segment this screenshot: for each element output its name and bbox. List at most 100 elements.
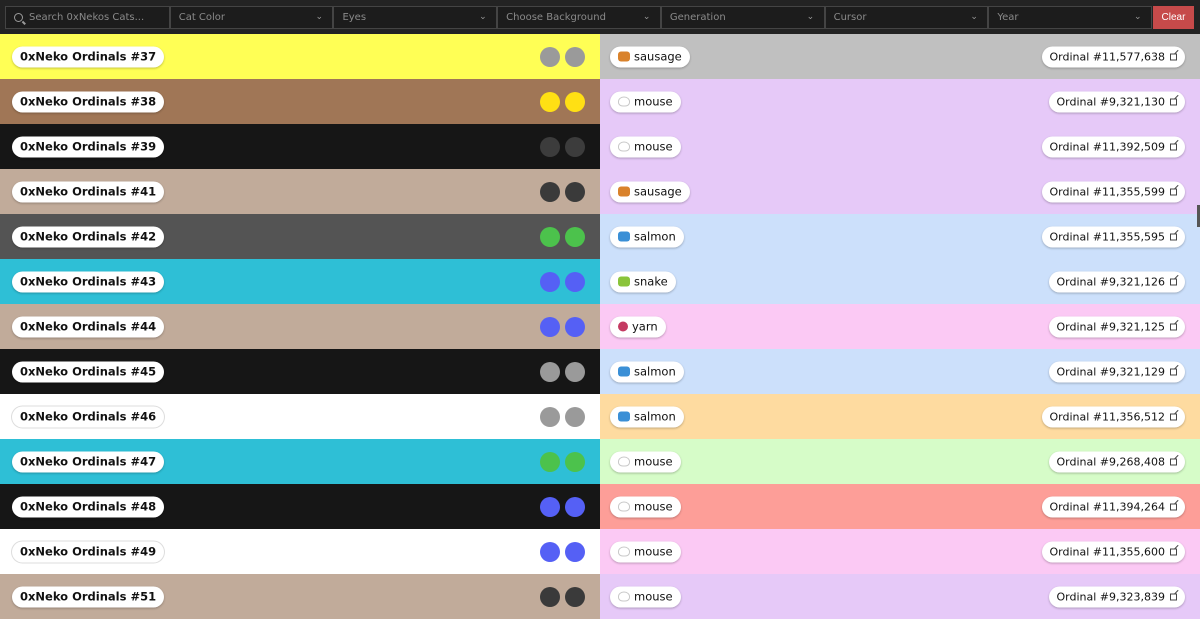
ordinal-link[interactable]: Ordinal #11,392,509 (1041, 136, 1185, 157)
eye-color-left (540, 91, 560, 112)
table-row[interactable]: 0xNeko Ordinals #38 mouse Ordinal #9,321… (0, 79, 1200, 124)
cursor-item-badge[interactable]: snake (610, 271, 676, 292)
cursor-item-label: salmon (634, 229, 676, 244)
cat-name-badge[interactable]: 0xNeko Ordinals #51 (12, 586, 165, 607)
mouse-icon (618, 501, 630, 512)
cursor-item-badge[interactable]: mouse (610, 136, 681, 157)
table-row[interactable]: 0xNeko Ordinals #42 salmon Ordinal #11,3… (0, 214, 1200, 259)
cursor-item-badge[interactable]: mouse (610, 586, 681, 607)
ordinal-link[interactable]: Ordinal #9,321,125 (1048, 316, 1185, 337)
external-link-icon (1170, 413, 1177, 420)
eye-color-left (540, 46, 560, 67)
cat-color-swatch: 0xNeko Ordinals #45 (0, 349, 600, 394)
background-swatch: mouse Ordinal #11,392,509 (600, 124, 1200, 169)
cursor-item-label: mouse (634, 454, 673, 469)
table-row[interactable]: 0xNeko Ordinals #44 yarn Ordinal #9,321,… (0, 304, 1200, 349)
search-icon (14, 13, 23, 22)
cursor-item-badge[interactable]: salmon (610, 361, 684, 382)
ordinal-number: Ordinal #11,392,509 (1049, 140, 1166, 153)
eye-color-left (540, 406, 560, 427)
ordinal-link[interactable]: Ordinal #9,321,129 (1048, 361, 1185, 382)
external-link-icon (1170, 503, 1177, 510)
yarn-icon (618, 321, 628, 332)
ordinal-number: Ordinal #11,356,512 (1049, 410, 1166, 423)
cursor-item-badge[interactable]: mouse (610, 91, 681, 112)
ordinal-number: Ordinal #9,323,839 (1056, 590, 1166, 603)
year-select[interactable]: Year ⌄ (988, 6, 1153, 29)
eye-color-right (565, 586, 585, 607)
search-input[interactable]: Search 0xNekos Cats... (5, 6, 170, 29)
ordinal-link[interactable]: Ordinal #9,321,126 (1048, 271, 1185, 292)
table-row[interactable]: 0xNeko Ordinals #47 mouse Ordinal #9,268… (0, 439, 1200, 484)
ordinal-link[interactable]: Ordinal #11,355,599 (1041, 181, 1185, 202)
cursor-item-badge[interactable]: sausage (610, 181, 690, 202)
cat-name-badge[interactable]: 0xNeko Ordinals #41 (12, 181, 165, 202)
sausage-icon (618, 51, 630, 62)
ordinal-number: Ordinal #9,268,408 (1056, 455, 1166, 468)
ordinal-link[interactable]: Ordinal #9,321,130 (1048, 91, 1185, 112)
table-row[interactable]: 0xNeko Ordinals #45 salmon Ordinal #9,32… (0, 349, 1200, 394)
cat-name-badge[interactable]: 0xNeko Ordinals #45 (12, 361, 165, 382)
cursor-item-badge[interactable]: salmon (610, 226, 684, 247)
table-row[interactable]: 0xNeko Ordinals #43 snake Ordinal #9,321… (0, 259, 1200, 304)
snake-icon (618, 276, 630, 287)
ordinal-link[interactable]: Ordinal #11,355,600 (1041, 541, 1185, 562)
cat-color-swatch: 0xNeko Ordinals #44 (0, 304, 600, 349)
mouse-icon (618, 141, 630, 152)
cat-color-select[interactable]: Cat Color ⌄ (169, 6, 334, 29)
external-link-icon (1170, 98, 1177, 105)
ordinal-link[interactable]: Ordinal #9,268,408 (1048, 451, 1185, 472)
cursor-item-badge[interactable]: salmon (610, 406, 684, 427)
cursor-select[interactable]: Cursor ⌄ (824, 6, 989, 29)
ordinal-link[interactable]: Ordinal #11,355,595 (1041, 226, 1185, 247)
cat-color-swatch: 0xNeko Ordinals #37 (0, 34, 600, 79)
cursor-item-label: mouse (634, 544, 673, 559)
cursor-item-badge[interactable]: mouse (610, 451, 681, 472)
ordinal-link[interactable]: Ordinal #9,323,839 (1048, 586, 1185, 607)
cursor-label: Cursor (833, 12, 867, 23)
eye-color-right (565, 136, 585, 157)
cursor-item-badge[interactable]: yarn (610, 316, 666, 337)
cat-name-badge[interactable]: 0xNeko Ordinals #46 (12, 406, 165, 427)
cursor-item-badge[interactable]: mouse (610, 496, 681, 517)
cat-name-badge[interactable]: 0xNeko Ordinals #37 (12, 46, 165, 67)
cat-name-badge[interactable]: 0xNeko Ordinals #44 (12, 316, 165, 337)
cursor-item-badge[interactable]: sausage (610, 46, 690, 67)
cat-name-badge[interactable]: 0xNeko Ordinals #43 (12, 271, 165, 292)
clear-button[interactable]: Clear (1153, 6, 1194, 29)
generation-select[interactable]: Generation ⌄ (660, 6, 825, 29)
table-row[interactable]: 0xNeko Ordinals #49 mouse Ordinal #11,35… (0, 529, 1200, 574)
table-row[interactable]: 0xNeko Ordinals #39 mouse Ordinal #11,39… (0, 124, 1200, 169)
background-swatch: snake Ordinal #9,321,126 (600, 259, 1200, 304)
cursor-item-badge[interactable]: mouse (610, 541, 681, 562)
table-row[interactable]: 0xNeko Ordinals #48 mouse Ordinal #11,39… (0, 484, 1200, 529)
background-swatch: yarn Ordinal #9,321,125 (600, 304, 1200, 349)
cat-name-badge[interactable]: 0xNeko Ordinals #48 (12, 496, 165, 517)
cursor-item-label: salmon (634, 364, 676, 379)
table-row[interactable]: 0xNeko Ordinals #37 sausage Ordinal #11,… (0, 34, 1200, 79)
background-select[interactable]: Choose Background ⌄ (497, 6, 661, 29)
eyes-select[interactable]: Eyes ⌄ (333, 6, 498, 29)
external-link-icon (1170, 458, 1177, 465)
cat-name-badge[interactable]: 0xNeko Ordinals #39 (12, 136, 165, 157)
mouse-icon (618, 591, 630, 602)
cat-name-badge[interactable]: 0xNeko Ordinals #47 (12, 451, 165, 472)
cursor-item-label: sausage (634, 184, 682, 199)
table-row[interactable]: 0xNeko Ordinals #41 sausage Ordinal #11,… (0, 169, 1200, 214)
cat-name-badge[interactable]: 0xNeko Ordinals #49 (12, 541, 165, 562)
mouse-icon (618, 456, 630, 467)
chevron-down-icon: ⌄ (806, 12, 815, 22)
cursor-item-label: sausage (634, 49, 682, 64)
cat-name-badge[interactable]: 0xNeko Ordinals #42 (12, 226, 165, 247)
cat-color-swatch: 0xNeko Ordinals #41 (0, 169, 600, 214)
cat-name-badge[interactable]: 0xNeko Ordinals #38 (12, 91, 165, 112)
ordinal-link[interactable]: Ordinal #11,577,638 (1041, 46, 1185, 67)
mouse-icon (618, 96, 630, 107)
ordinal-link[interactable]: Ordinal #11,394,264 (1041, 496, 1185, 517)
table-row[interactable]: 0xNeko Ordinals #51 mouse Ordinal #9,323… (0, 574, 1200, 619)
table-row[interactable]: 0xNeko Ordinals #46 salmon Ordinal #11,3… (0, 394, 1200, 439)
eye-color-right (565, 271, 585, 292)
cursor-item-label: snake (634, 274, 668, 289)
ordinal-link[interactable]: Ordinal #11,356,512 (1041, 406, 1185, 427)
cat-color-swatch: 0xNeko Ordinals #38 (0, 79, 600, 124)
